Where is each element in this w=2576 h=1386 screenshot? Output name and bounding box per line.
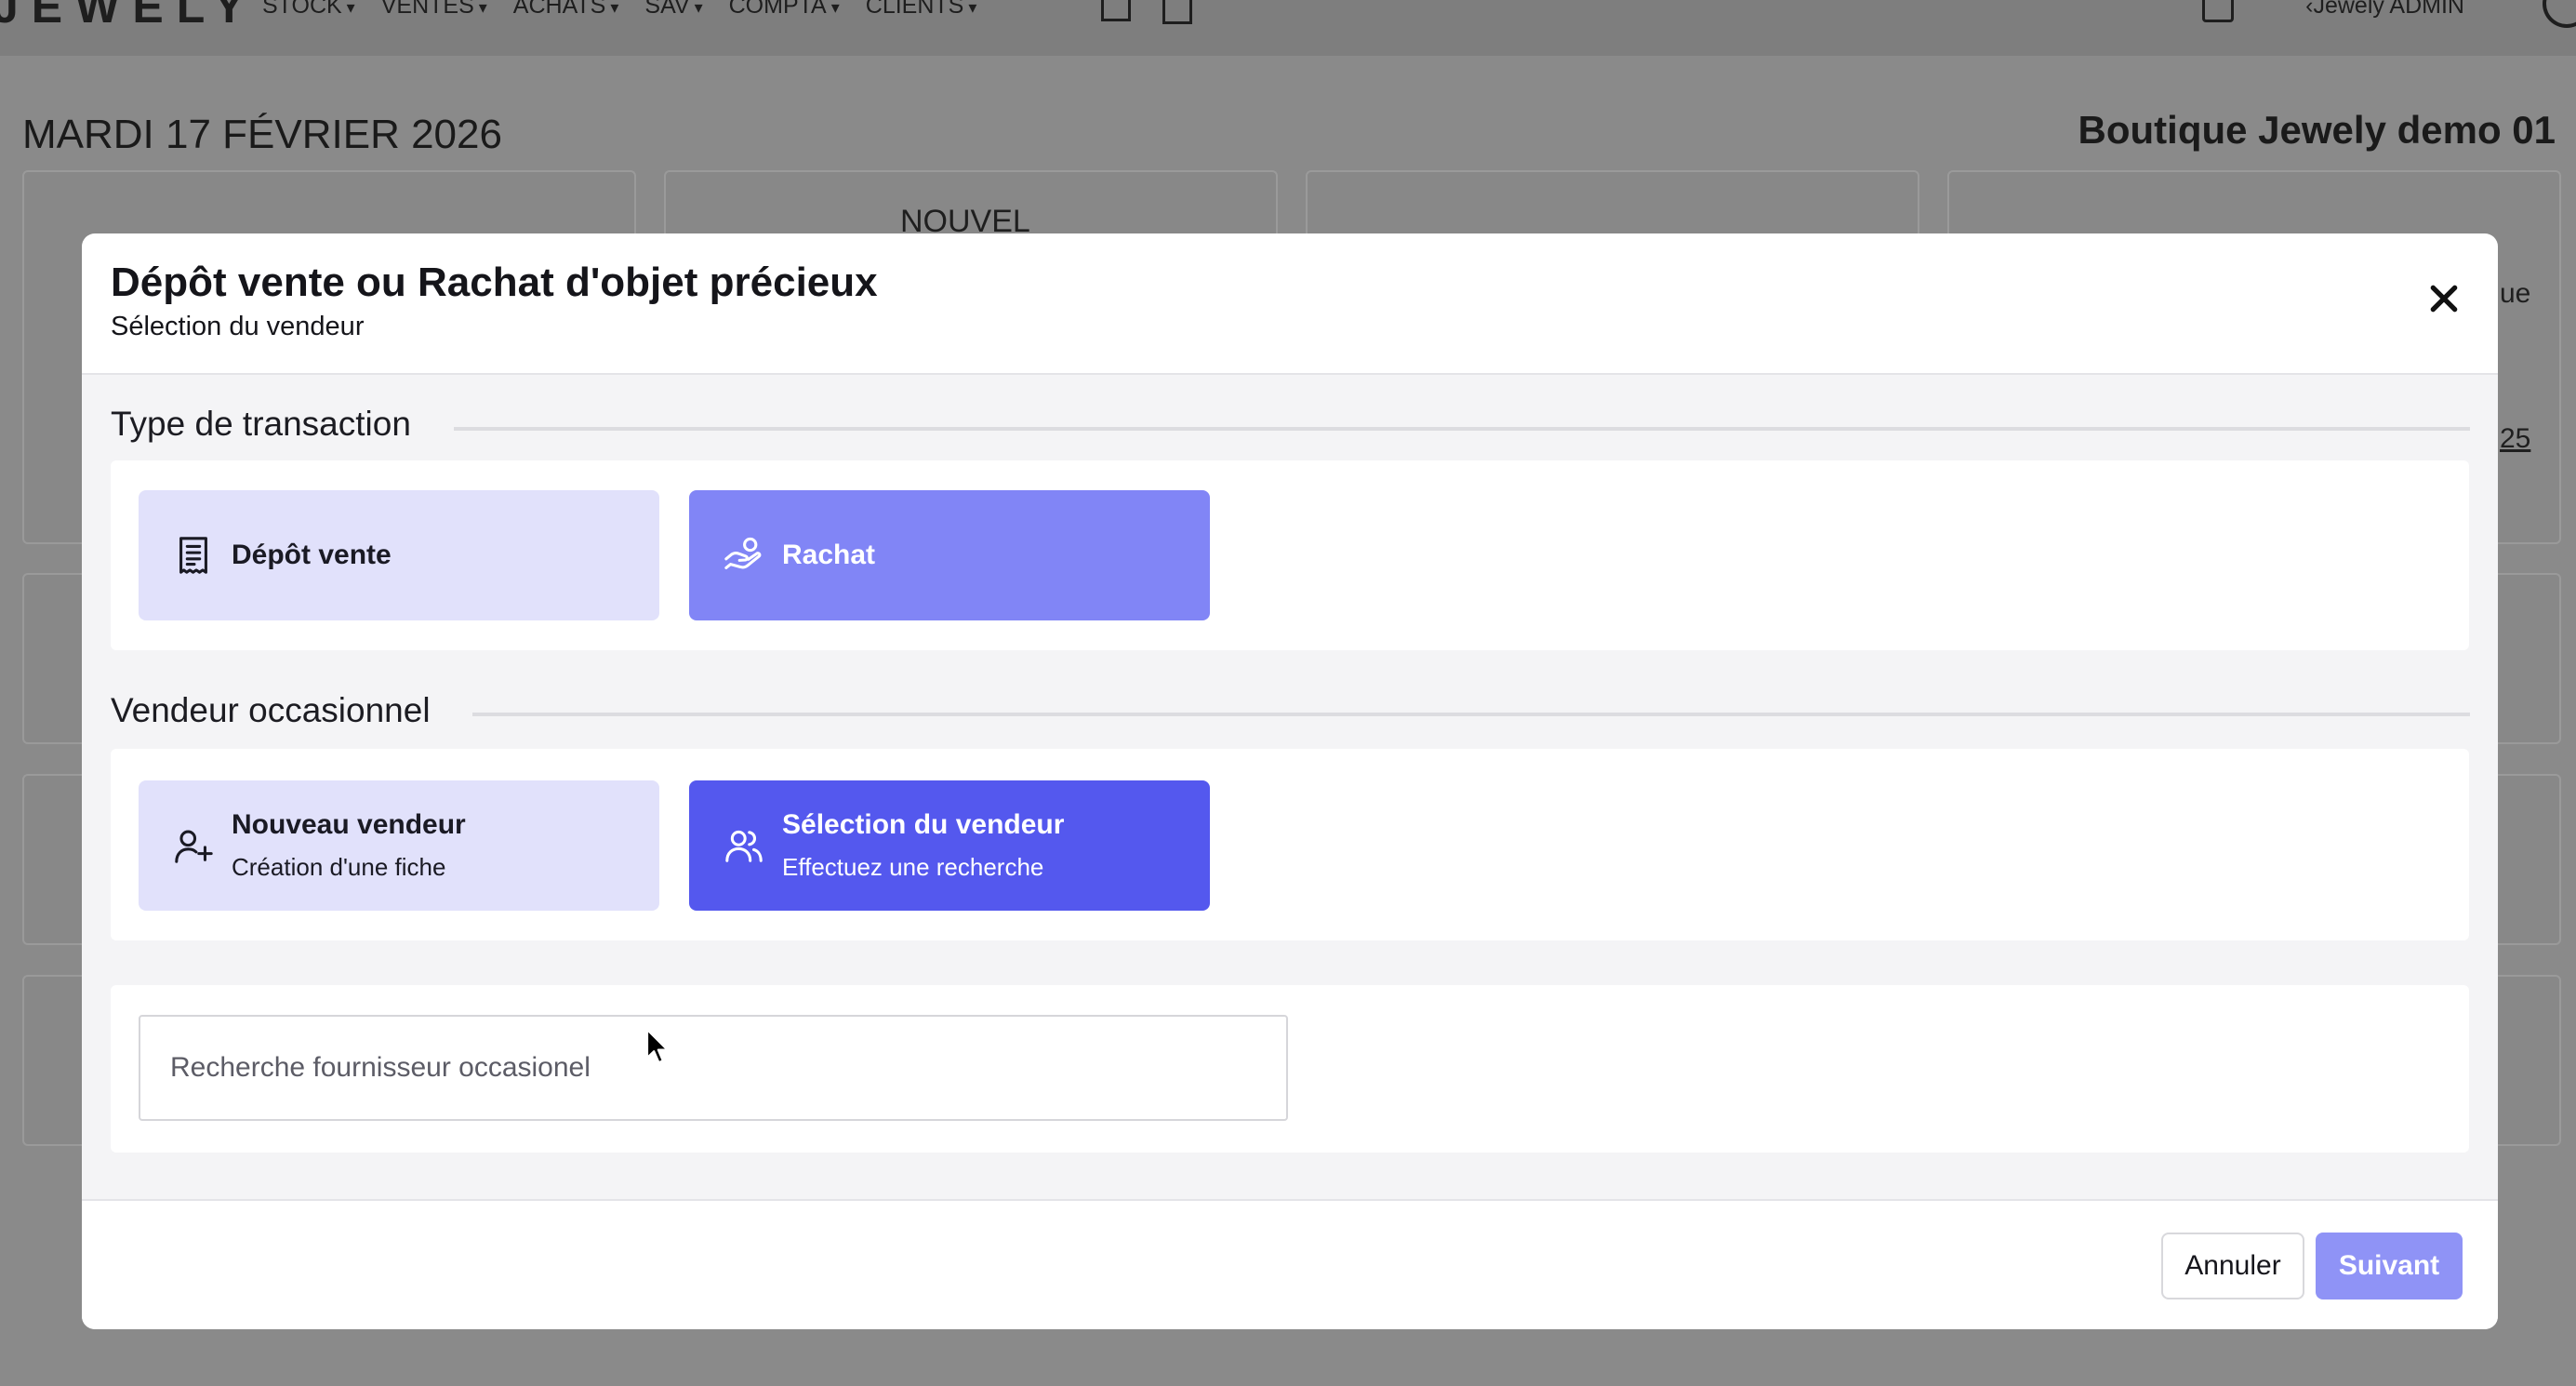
close-button[interactable] bbox=[2425, 280, 2463, 317]
bar-chart-icon[interactable] bbox=[1162, 0, 1192, 24]
nav-clients[interactable]: CLIENTS bbox=[866, 0, 977, 20]
bell-icon[interactable] bbox=[2202, 0, 2234, 22]
modal-header: Dépôt vente ou Rachat d'objet précieux S… bbox=[82, 233, 2498, 375]
nav-stock[interactable]: STOCK bbox=[262, 0, 355, 20]
option-label: Dépôt vente bbox=[232, 540, 392, 570]
section-divider bbox=[454, 427, 2470, 431]
user-name: Jewely ADMIN bbox=[2313, 0, 2464, 19]
option-label: Rachat bbox=[782, 540, 876, 570]
document-icon[interactable] bbox=[1101, 0, 1131, 21]
user-plus-icon bbox=[172, 824, 215, 867]
close-icon bbox=[2430, 285, 2458, 313]
receipt-icon bbox=[172, 534, 215, 577]
new-seller-option[interactable]: Nouveau vendeur Création d'une fiche bbox=[139, 780, 659, 911]
option-label: Nouveau vendeur bbox=[232, 809, 466, 840]
section-heading-transaction: Type de transaction bbox=[111, 405, 439, 444]
top-navbar: JEWELY STOCK VENTES ACHATS SAV COMPTA CL… bbox=[0, 0, 2576, 56]
app-logo[interactable]: JEWELY bbox=[0, 0, 258, 33]
modal-footer: Annuler Suivant bbox=[82, 1199, 2498, 1329]
nav-ventes[interactable]: VENTES bbox=[381, 0, 487, 20]
nav-achats[interactable]: ACHATS bbox=[513, 0, 619, 20]
current-date: MARDI 17 FÉVRIER 2026 bbox=[22, 112, 502, 157]
card-link[interactable]: 25 bbox=[2500, 423, 2530, 455]
option-sublabel: Effectuez une recherche bbox=[782, 853, 1044, 881]
depot-vente-option[interactable]: Dépôt vente bbox=[139, 490, 659, 620]
card-text: ue bbox=[2500, 278, 2531, 309]
nav-sav[interactable]: SAV bbox=[644, 0, 702, 20]
section-divider bbox=[472, 713, 2470, 716]
cancel-button[interactable]: Annuler bbox=[2161, 1233, 2304, 1299]
hand-coins-icon bbox=[723, 534, 765, 577]
shop-name: Boutique Jewely demo 01 bbox=[2078, 108, 2556, 152]
users-icon bbox=[723, 824, 765, 867]
nav-compta[interactable]: COMPTA bbox=[729, 0, 840, 20]
refresh-icon[interactable] bbox=[2543, 0, 2576, 28]
main-nav: STOCK VENTES ACHATS SAV COMPTA CLIENTS bbox=[262, 0, 976, 20]
option-sublabel: Création d'une fiche bbox=[232, 853, 446, 881]
next-button[interactable]: Suivant bbox=[2316, 1233, 2463, 1299]
modal-body: Type de transaction Dépôt vente Rachat V… bbox=[82, 375, 2498, 1199]
user-menu[interactable]: ‹Jewely ADMIN bbox=[2305, 0, 2464, 20]
section-heading-seller: Vendeur occasionnel bbox=[111, 691, 458, 730]
deposit-buyback-modal: Dépôt vente ou Rachat d'objet précieux S… bbox=[82, 233, 2498, 1329]
seller-search-input[interactable] bbox=[139, 1015, 1288, 1121]
transaction-type-panel: Dépôt vente Rachat bbox=[111, 460, 2469, 650]
rachat-option[interactable]: Rachat bbox=[689, 490, 1210, 620]
modal-subtitle: Sélection du vendeur bbox=[111, 312, 365, 341]
select-seller-option[interactable]: Sélection du vendeur Effectuez une reche… bbox=[689, 780, 1210, 911]
option-label: Sélection du vendeur bbox=[782, 809, 1065, 840]
mouse-cursor-icon bbox=[645, 1028, 669, 1064]
seller-panel: Nouveau vendeur Création d'une fiche Sél… bbox=[111, 749, 2469, 940]
search-panel bbox=[111, 985, 2469, 1153]
modal-title: Dépôt vente ou Rachat d'objet précieux bbox=[111, 260, 878, 305]
